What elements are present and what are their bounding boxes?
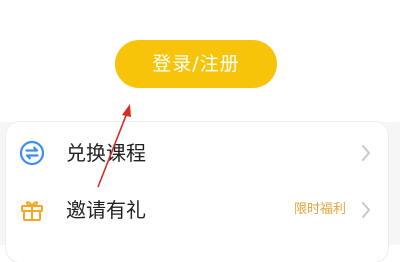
menu-item-label: 邀请有礼 bbox=[66, 198, 146, 222]
profile-screen: 登录/注册 兑换课程 邀请有礼 限时福利 bbox=[0, 0, 400, 262]
gift-icon bbox=[21, 201, 43, 221]
limited-offer-badge: 限时福利 bbox=[293, 202, 346, 217]
login-register-button[interactable]: 登录/注册 bbox=[115, 40, 277, 88]
menu-item-label: 兑换课程 bbox=[66, 141, 146, 165]
menu-item-invite-gift[interactable]: 邀请有礼 限时福利 bbox=[6, 182, 388, 238]
chevron-right-icon bbox=[362, 145, 370, 161]
header-area: 登录/注册 bbox=[0, 0, 400, 122]
menu-card: 兑换课程 邀请有礼 限时福利 bbox=[6, 122, 388, 262]
exchange-icon bbox=[19, 140, 45, 166]
chevron-right-icon bbox=[362, 202, 370, 218]
menu-item-redeem-course[interactable]: 兑换课程 bbox=[6, 125, 388, 181]
